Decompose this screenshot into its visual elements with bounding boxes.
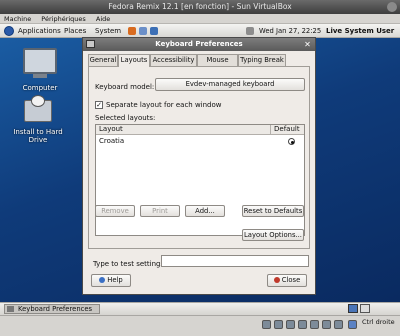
desktop-icon-label: Install to Hard Drive: [13, 128, 63, 144]
virtualization-status-icon: [322, 320, 331, 329]
tab-accessibility[interactable]: Accessibility: [150, 54, 197, 66]
desktop-icon-label: Computer: [22, 84, 58, 92]
menu-system[interactable]: System: [95, 24, 121, 38]
layouts-table[interactable]: Layout Default Croatia: [95, 124, 305, 236]
menu-places[interactable]: Places: [64, 24, 86, 38]
test-settings-input[interactable]: [161, 255, 309, 267]
keyboard-icon: [86, 40, 95, 48]
vbox-menubar: Machine Périphériques Aide: [0, 14, 400, 24]
close-icon[interactable]: ✕: [303, 40, 312, 49]
vbox-menu-devices[interactable]: Périphériques: [41, 15, 86, 23]
help-button-label: Help: [107, 276, 123, 284]
selected-layouts-label: Selected layouts:: [95, 114, 156, 122]
workspace-1[interactable]: [348, 304, 358, 313]
tab-layouts[interactable]: Layouts: [118, 54, 150, 67]
add-button[interactable]: Add...: [185, 205, 225, 217]
mouse-integration-icon[interactable]: [334, 320, 343, 329]
computer-icon: [23, 48, 57, 74]
shared-folders-status-icon[interactable]: [310, 320, 319, 329]
vbox-close-icon[interactable]: [387, 2, 397, 12]
column-header-layout[interactable]: Layout: [96, 125, 271, 135]
close-button[interactable]: Close: [267, 274, 307, 287]
help-icon: [99, 277, 106, 283]
tab-typing-break[interactable]: Typing Break: [238, 54, 286, 66]
separate-layout-checkbox[interactable]: ✓: [95, 101, 103, 109]
tab-general[interactable]: General: [88, 54, 118, 66]
help-button[interactable]: Help: [91, 274, 131, 287]
cd-status-icon[interactable]: [274, 320, 283, 329]
test-settings-label: Type to test settings:: [93, 260, 167, 268]
panel-clock[interactable]: Wed Jan 27, 22:25: [259, 24, 321, 38]
reset-to-defaults-button[interactable]: Reset to Defaults: [242, 205, 304, 217]
vbox-title: Fedora Remix 12.1 [en fonction] - Sun Vi…: [108, 2, 292, 11]
help-launcher-icon[interactable]: [150, 27, 158, 35]
separate-layout-label[interactable]: Separate layout for each window: [106, 101, 222, 109]
close-circle-icon: [273, 277, 280, 283]
menu-applications[interactable]: Applications: [18, 24, 61, 38]
vbox-menu-machine[interactable]: Machine: [4, 15, 31, 23]
usb-status-icon[interactable]: [286, 320, 295, 329]
dialog-title-bar[interactable]: Keyboard Preferences: [83, 38, 315, 51]
host-key-label: Ctrl droite: [362, 318, 395, 326]
user-menu[interactable]: Live System User: [326, 24, 394, 38]
keyboard-icon: [7, 306, 14, 312]
keyboard-model-label: Keyboard model:: [95, 83, 155, 91]
print-button[interactable]: Print: [140, 205, 180, 217]
remove-button[interactable]: Remove: [95, 205, 135, 217]
hard-disk-status-icon[interactable]: [262, 320, 271, 329]
close-button-label: Close: [281, 276, 301, 284]
host-key-icon: [348, 320, 357, 329]
computer-icon-stand: [33, 74, 47, 78]
vbox-menu-help[interactable]: Aide: [96, 15, 110, 23]
network-status-icon[interactable]: [298, 320, 307, 329]
firefox-launcher-icon[interactable]: [128, 27, 136, 35]
tab-mouse-keys[interactable]: Mouse Keys: [197, 54, 238, 75]
keyboard-preferences-dialog: Keyboard Preferences ✕ General Layouts A…: [82, 37, 316, 295]
dialog-title: Keyboard Preferences: [155, 40, 243, 48]
workspace-2[interactable]: [360, 304, 370, 313]
column-header-default[interactable]: Default: [271, 125, 304, 135]
layout-options-button[interactable]: Layout Options...: [242, 229, 304, 241]
desktop-icon-install[interactable]: Install to Hard Drive: [8, 95, 68, 144]
network-icon[interactable]: [246, 27, 254, 35]
default-radio[interactable]: [288, 138, 295, 145]
vbox-title-bar: Fedora Remix 12.1 [en fonction] - Sun Vi…: [0, 0, 400, 14]
fedora-logo-icon[interactable]: [4, 26, 14, 36]
table-row-layout-name[interactable]: Croatia: [99, 137, 124, 145]
taskbar-window-button[interactable]: Keyboard Preferences: [4, 304, 100, 314]
desktop-icon-computer[interactable]: Computer: [10, 48, 70, 92]
mail-launcher-icon[interactable]: [139, 27, 147, 35]
hard-drive-icon: [24, 95, 52, 122]
keyboard-model-button[interactable]: Evdev-managed keyboard: [155, 78, 305, 91]
